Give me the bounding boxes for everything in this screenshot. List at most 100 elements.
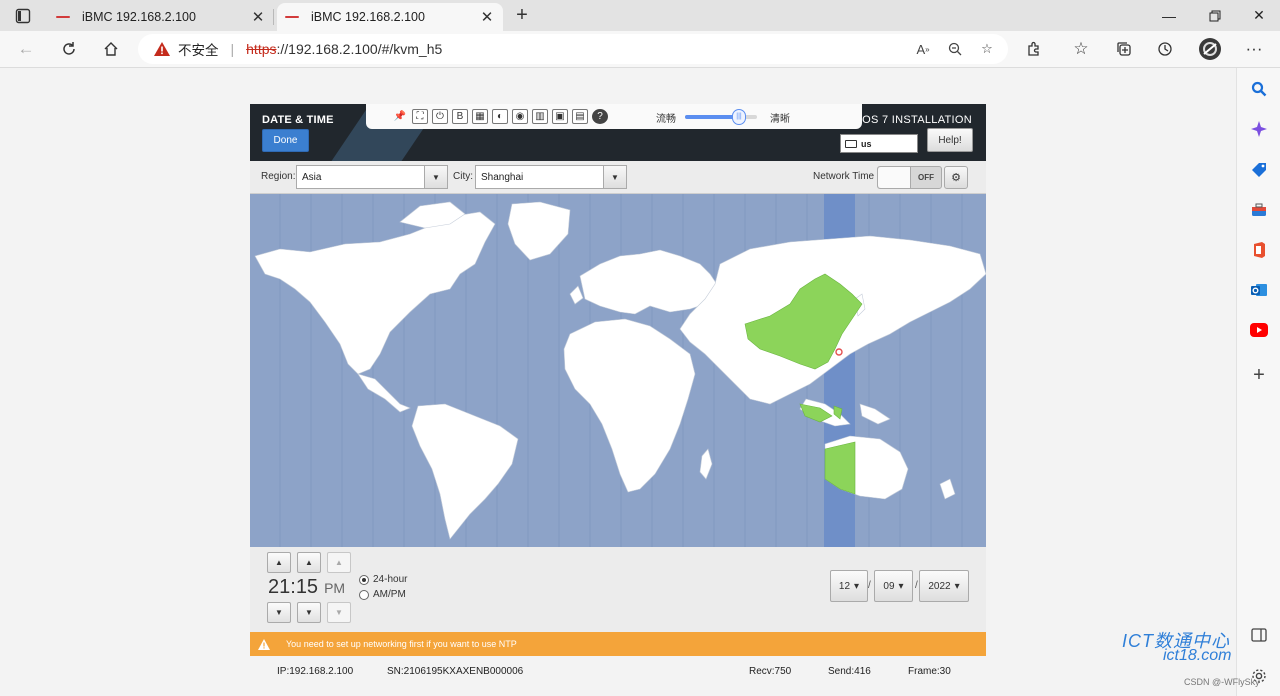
quality-high-label: 清晰 [770,114,790,125]
chevron-down-icon[interactable]: ▼ [603,166,626,188]
screenshot-icon[interactable]: ▤ [572,109,588,124]
day-combo[interactable]: 09 ▾ [874,570,913,602]
greenland [507,201,571,261]
new-tab-button[interactable]: + [508,4,536,28]
shopping-tag-icon[interactable] [1248,159,1270,181]
done-button[interactable]: Done [262,129,309,152]
africa [563,318,696,493]
search-icon[interactable] [1248,78,1270,100]
city-label: City: [453,171,473,182]
profile-avatar[interactable] [1196,36,1224,62]
fullscreen-icon[interactable]: ⛶ [412,109,428,124]
more-menu-icon[interactable]: ··· [1240,36,1268,62]
tab-actions-icon[interactable] [8,5,38,27]
installation-title: NTOS 7 INSTALLATION [847,114,972,126]
date-separator: / [915,580,918,591]
format-24-hour-radio[interactable]: 24-hour [359,574,407,585]
format-ampm-radio[interactable]: AM/PM [359,589,406,600]
url-text: ://192.168.2.100/#/kvm_h5 [276,41,443,57]
close-icon[interactable]: ✕ [479,8,495,26]
world-map[interactable] [250,194,986,547]
extensions-icon[interactable] [1020,36,1048,62]
favorites-icon[interactable]: ☆ [1067,36,1095,62]
caret-down-icon: ▾ [898,580,904,592]
region-city-bar: Region: Asia ▼ City: Shanghai ▼ Network … [250,161,986,194]
favorite-add-icon[interactable]: ☆ [976,38,998,60]
add-sidebar-app-icon[interactable]: + [1248,364,1270,386]
network-time-switch[interactable]: OFF [877,166,942,189]
north-america [254,211,496,375]
close-icon[interactable]: ✕ [250,8,266,26]
ntp-config-button[interactable]: ⚙ [944,166,968,189]
pin-icon[interactable]: 📌 [392,109,408,124]
quality-slider-fill [685,115,739,119]
hour-down-button[interactable]: ▼ [267,602,291,623]
south-america [411,403,519,540]
huawei-favicon-icon [56,13,72,21]
performance-icon[interactable]: ▥ [532,109,548,124]
back-arrow-icon[interactable]: ← [12,36,40,62]
outlook-icon[interactable] [1248,279,1270,301]
minimize-icon[interactable]: — [1146,0,1192,31]
edge-sidebar: + [1236,68,1280,696]
region-label: Region: [261,171,296,182]
kvm-status-bar: IP:192.168.2.100 SN:2106195KXAXENB000006… [250,656,986,686]
sn-status: SN:2106195KXAXENB000006 [387,666,524,677]
security-label[interactable]: 不安全 [178,39,219,59]
ampm-down-button[interactable]: ▼ [327,602,351,623]
restore-icon[interactable] [1192,0,1238,31]
boot-options-icon[interactable]: B [452,109,468,124]
tab-ibmc-2[interactable]: iBMC 192.168.2.100 ✕ [277,3,503,31]
quality-slider[interactable]: ||| [685,109,757,125]
address-bar[interactable]: 不安全 | https ://192.168.2.100/#/kvm_h5 A»… [138,34,1008,64]
window-close-icon[interactable]: ✕ [1236,0,1280,31]
chevron-down-icon[interactable]: ▼ [424,166,447,188]
quality-slider-handle[interactable]: ||| [732,109,746,125]
region-combo[interactable]: Asia ▼ [296,165,448,189]
timezone-map[interactable] [250,194,986,547]
help-button[interactable]: Help! [927,128,973,152]
history-icon[interactable] [1151,36,1179,62]
watermark-domain: ict18.com [1163,647,1232,664]
kvm-console[interactable]: DATE & TIME Done NTOS 7 INSTALLATION us … [250,104,986,686]
minute-down-button[interactable]: ▼ [297,602,321,623]
day-value: 09 [883,580,895,592]
minute-up-button[interactable]: ▲ [297,552,321,573]
radio-selected-icon [359,574,369,585]
zoom-icon[interactable] [944,38,966,60]
browser-tab-bar: iBMC 192.168.2.100 ✕ iBMC 192.168.2.100 … [0,0,1280,31]
help-question-icon[interactable]: ? [592,109,608,124]
huawei-favicon-icon [285,13,301,21]
refresh-icon[interactable] [55,36,83,62]
tab-title: iBMC 192.168.2.100 [311,10,425,24]
tab-ibmc-1[interactable]: iBMC 192.168.2.100 ✕ [48,3,274,31]
installer-header: DATE & TIME Done NTOS 7 INSTALLATION us … [250,104,986,161]
format-24-label: 24-hour [373,574,408,585]
browser-toolbar: ← 不安全 | https ://192.168.2.100/#/kvm_h5 … [0,31,1280,68]
keyboard-layout-indicator[interactable]: us [840,134,918,153]
virtual-media-icon[interactable]: ◉ [512,109,528,124]
sidebar-toggle-icon[interactable] [1248,624,1270,646]
collections-icon[interactable] [1110,36,1138,62]
home-icon[interactable] [97,36,125,62]
youtube-icon[interactable] [1248,319,1270,341]
ntp-warning-text: You need to set up networking first if y… [286,639,517,649]
keyboard-combo-icon[interactable]: ▦ [472,109,488,124]
record-icon[interactable]: ▣ [552,109,568,124]
address-divider: | [230,41,235,57]
hour-up-button[interactable]: ▲ [267,552,291,573]
tab-title: iBMC 192.168.2.100 [82,10,196,24]
ampm-up-button[interactable]: ▲ [327,552,351,573]
warning-icon [154,42,170,56]
office-icon[interactable] [1248,239,1270,261]
read-aloud-icon[interactable]: A» [912,38,934,60]
time-panel: ▲ ▲ ▲ 21:15 PM ▼ ▼ ▼ 24-hour AM/PM 12 ▾ / … [250,547,986,632]
copilot-sparkle-icon[interactable] [1248,118,1270,140]
tools-briefcase-icon[interactable] [1248,199,1270,221]
city-combo[interactable]: Shanghai ▼ [475,165,627,189]
year-combo[interactable]: 2022 ▾ [919,570,969,602]
year-value: 2022 [928,580,951,592]
mouse-icon[interactable]: ◐ [492,109,508,124]
power-icon[interactable]: ⏻ [432,109,448,124]
month-combo[interactable]: 12 ▾ [830,570,868,602]
